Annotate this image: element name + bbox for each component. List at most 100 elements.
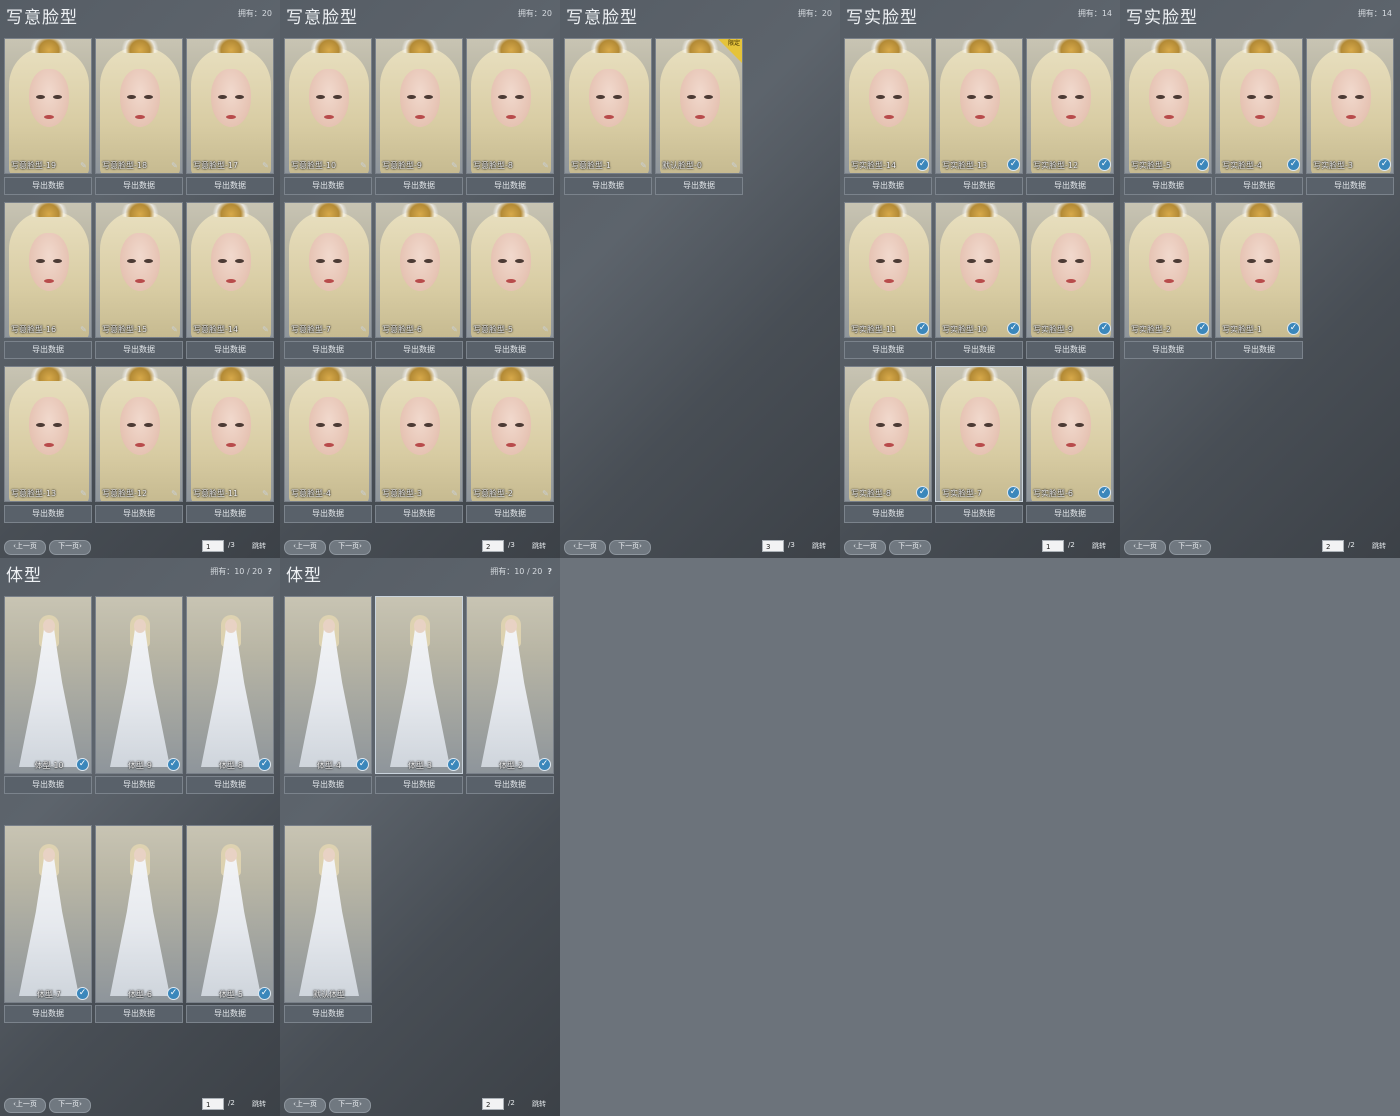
export-data-button[interactable]: 导出数据 — [1215, 177, 1303, 195]
export-data-button[interactable]: 导出数据 — [95, 1005, 183, 1023]
export-data-button[interactable]: 导出数据 — [4, 341, 92, 359]
export-data-button[interactable]: 导出数据 — [1026, 341, 1114, 359]
face-card[interactable]: 写意脸型-19 ✎ 导出数据 — [4, 38, 92, 196]
export-data-button[interactable]: 导出数据 — [466, 505, 554, 523]
face-thumbnail[interactable]: 写实脸型-10 ✓ — [935, 202, 1023, 338]
face-card[interactable]: 写意脸型-11 ✎ 导出数据 — [186, 366, 274, 524]
export-data-button[interactable]: 导出数据 — [1306, 177, 1394, 195]
face-thumbnail[interactable]: 写意脸型-4 ✎ — [284, 366, 372, 502]
face-card[interactable]: 写实脸型-9 ✓ 导出数据 — [1026, 202, 1114, 360]
face-thumbnail[interactable]: 写实脸型-7 ✓ — [935, 366, 1023, 502]
body-thumbnail[interactable]: 体型-2 ✓ — [466, 596, 554, 774]
face-card[interactable]: 写意脸型-7 ✎ 导出数据 — [284, 202, 372, 360]
body-thumbnail[interactable]: 体型-8 ✓ — [186, 596, 274, 774]
face-thumbnail[interactable]: 写意脸型-7 ✎ — [284, 202, 372, 338]
next-page-button[interactable]: 下一页› — [609, 540, 651, 555]
body-card[interactable]: 体型-10 ✓ 导出数据 — [4, 596, 92, 796]
export-data-button[interactable]: 导出数据 — [4, 1005, 92, 1023]
body-thumbnail[interactable]: 体型-4 ✓ — [284, 596, 372, 774]
next-page-button[interactable]: 下一页› — [49, 540, 91, 555]
export-data-button[interactable]: 导出数据 — [186, 505, 274, 523]
export-data-button[interactable]: 导出数据 — [284, 1005, 372, 1023]
face-card[interactable]: 写意脸型-4 ✎ 导出数据 — [284, 366, 372, 524]
export-data-button[interactable]: 导出数据 — [1124, 177, 1212, 195]
body-thumbnail[interactable]: 体型-5 ✓ — [186, 825, 274, 1003]
body-card[interactable]: 体型-5 ✓ 导出数据 — [186, 825, 274, 1025]
face-thumbnail[interactable]: 写意脸型-9 ✎ — [375, 38, 463, 174]
page-number-input[interactable]: 3 — [762, 540, 784, 552]
export-data-button[interactable]: 导出数据 — [375, 776, 463, 794]
face-thumbnail[interactable]: 写意脸型-11 ✎ — [186, 366, 274, 502]
export-data-button[interactable]: 导出数据 — [95, 341, 183, 359]
body-card[interactable]: 默认体型 导出数据 — [284, 825, 372, 1025]
body-card[interactable]: 体型-7 ✓ 导出数据 — [4, 825, 92, 1025]
body-card[interactable]: 体型-8 ✓ 导出数据 — [186, 596, 274, 796]
export-data-button[interactable]: 导出数据 — [935, 505, 1023, 523]
export-data-button[interactable]: 导出数据 — [4, 505, 92, 523]
face-thumbnail[interactable]: 写实脸型-8 ✓ — [844, 366, 932, 502]
face-thumbnail[interactable]: 写实脸型-9 ✓ — [1026, 202, 1114, 338]
face-thumbnail[interactable]: 写实脸型-3 ✓ — [1306, 38, 1394, 174]
page-number-input[interactable]: 1 — [202, 540, 224, 552]
face-thumbnail[interactable]: 写意脸型-6 ✎ — [375, 202, 463, 338]
face-thumbnail[interactable]: 写意脸型-1 ✎ — [564, 38, 652, 174]
face-thumbnail[interactable]: 写意脸型-15 ✎ — [95, 202, 183, 338]
face-thumbnail[interactable]: 写意脸型-19 ✎ — [4, 38, 92, 174]
export-data-button[interactable]: 导出数据 — [284, 341, 372, 359]
face-card[interactable]: 写意脸型-17 ✎ 导出数据 — [186, 38, 274, 196]
body-thumbnail[interactable]: 体型-3 ✓ — [375, 596, 463, 774]
jump-button[interactable]: 跳转 — [252, 1099, 266, 1109]
face-thumbnail[interactable]: 写意脸型-3 ✎ — [375, 366, 463, 502]
export-data-button[interactable]: 导出数据 — [564, 177, 652, 195]
body-card[interactable]: 体型-6 ✓ 导出数据 — [95, 825, 183, 1025]
jump-button[interactable]: 跳转 — [532, 1099, 546, 1109]
page-number-input[interactable]: 1 — [1042, 540, 1064, 552]
export-data-button[interactable]: 导出数据 — [186, 1005, 274, 1023]
export-data-button[interactable]: 导出数据 — [844, 505, 932, 523]
jump-button[interactable]: 跳转 — [252, 541, 266, 551]
face-thumbnail[interactable]: 写实脸型-1 ✓ — [1215, 202, 1303, 338]
face-thumbnail[interactable]: 写意脸型-18 ✎ — [95, 38, 183, 174]
body-card[interactable]: 体型-9 ✓ 导出数据 — [95, 596, 183, 796]
face-thumbnail[interactable]: 写意脸型-13 ✎ — [4, 366, 92, 502]
face-thumbnail[interactable]: 写实脸型-5 ✓ — [1124, 38, 1212, 174]
face-card[interactable]: 写实脸型-13 ✓ 导出数据 — [935, 38, 1023, 196]
face-card[interactable]: 写意脸型-5 ✎ 导出数据 — [466, 202, 554, 360]
prev-page-button[interactable]: ‹上一页 — [4, 540, 46, 555]
prev-page-button[interactable]: ‹上一页 — [844, 540, 886, 555]
face-card[interactable]: 写意脸型-12 ✎ 导出数据 — [95, 366, 183, 524]
page-number-input[interactable]: 2 — [1322, 540, 1344, 552]
face-thumbnail[interactable]: 写实脸型-2 ✓ — [1124, 202, 1212, 338]
face-thumbnail[interactable]: 写实脸型-13 ✓ — [935, 38, 1023, 174]
page-number-input[interactable]: 2 — [482, 540, 504, 552]
face-card[interactable]: 写实脸型-5 ✓ 导出数据 — [1124, 38, 1212, 196]
face-card[interactable]: 写意脸型-18 ✎ 导出数据 — [95, 38, 183, 196]
face-thumbnail[interactable]: 写意脸型-10 ✎ — [284, 38, 372, 174]
face-card[interactable]: 写实脸型-7 ✓ 导出数据 — [935, 366, 1023, 524]
export-data-button[interactable]: 导出数据 — [95, 505, 183, 523]
next-page-button[interactable]: 下一页› — [1169, 540, 1211, 555]
prev-page-button[interactable]: ‹上一页 — [1124, 540, 1166, 555]
export-data-button[interactable]: 导出数据 — [1215, 341, 1303, 359]
export-data-button[interactable]: 导出数据 — [844, 341, 932, 359]
face-thumbnail[interactable]: 写意脸型-8 ✎ — [466, 38, 554, 174]
export-data-button[interactable]: 导出数据 — [375, 341, 463, 359]
export-data-button[interactable]: 导出数据 — [375, 505, 463, 523]
help-icon[interactable]: ? — [267, 567, 272, 576]
body-card[interactable]: 体型-4 ✓ 导出数据 — [284, 596, 372, 796]
face-thumbnail[interactable]: 写实脸型-4 ✓ — [1215, 38, 1303, 174]
face-card[interactable]: 写意脸型-10 ✎ 导出数据 — [284, 38, 372, 196]
face-card[interactable]: 写意脸型-1 ✎ 导出数据 — [564, 38, 652, 196]
next-page-button[interactable]: 下一页› — [49, 1098, 91, 1113]
export-data-button[interactable]: 导出数据 — [935, 341, 1023, 359]
body-card[interactable]: 体型-3 ✓ 导出数据 — [375, 596, 463, 796]
face-card[interactable]: 写意脸型-2 ✎ 导出数据 — [466, 366, 554, 524]
face-card[interactable]: 写意脸型-6 ✎ 导出数据 — [375, 202, 463, 360]
body-card[interactable]: 体型-2 ✓ 导出数据 — [466, 596, 554, 796]
face-thumbnail[interactable]: 写意脸型-17 ✎ — [186, 38, 274, 174]
prev-page-button[interactable]: ‹上一页 — [564, 540, 606, 555]
face-card[interactable]: 写实脸型-14 ✓ 导出数据 — [844, 38, 932, 196]
face-card[interactable]: 写实脸型-2 ✓ 导出数据 — [1124, 202, 1212, 360]
export-data-button[interactable]: 导出数据 — [466, 776, 554, 794]
jump-button[interactable]: 跳转 — [1372, 541, 1386, 551]
